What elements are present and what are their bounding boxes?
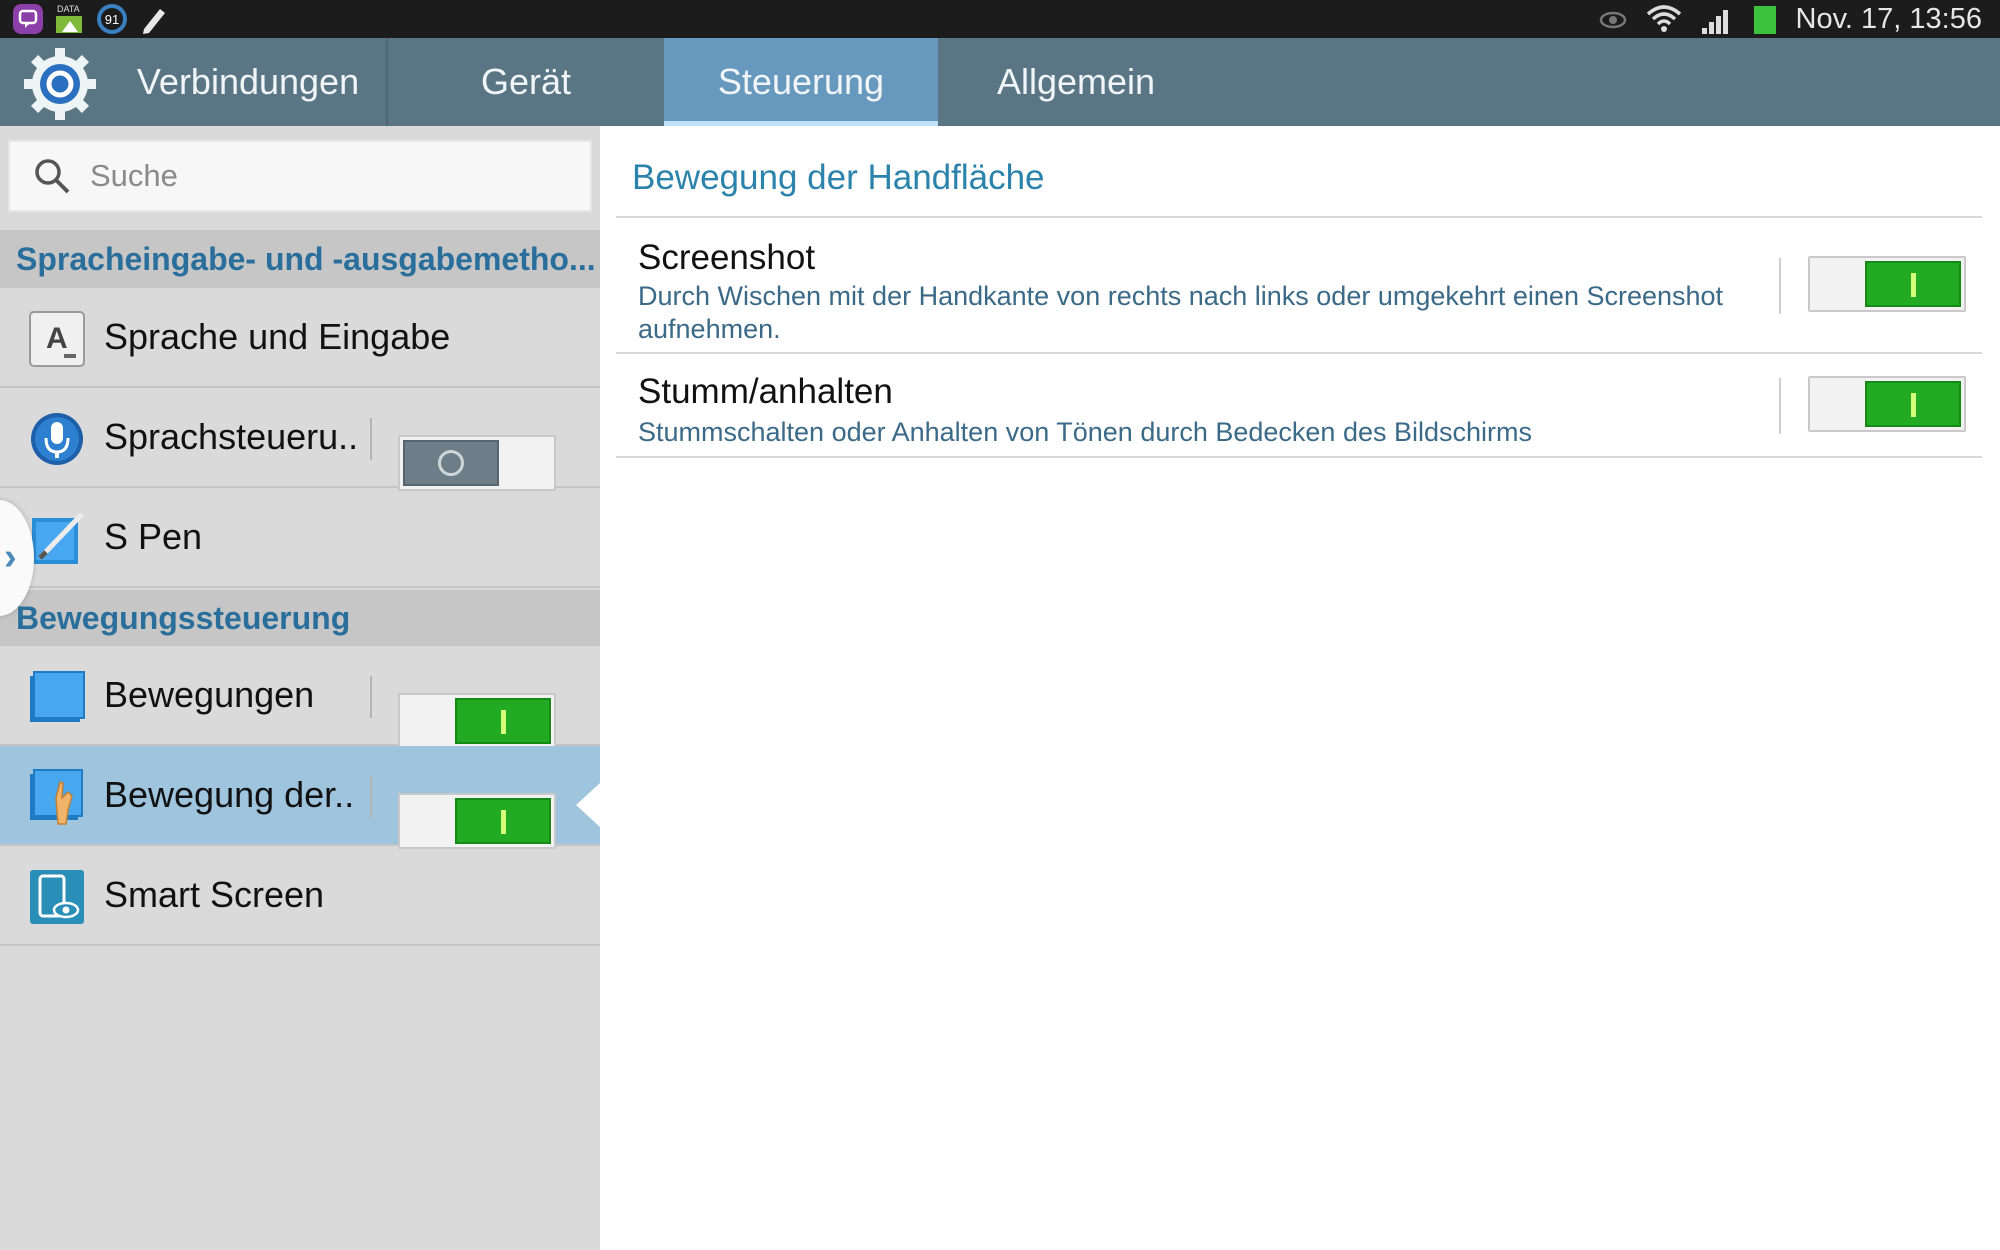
smart-screen-icon <box>30 870 84 924</box>
setting-screenshot[interactable]: Screenshot Durch Wischen mit der Handkan… <box>616 218 1982 354</box>
clock: Nov. 17, 13:56 <box>1795 2 1982 35</box>
sidebar-item-label: Bewegung der.. <box>104 774 355 815</box>
toggle-knob <box>1865 261 1961 307</box>
row-divider <box>370 676 372 718</box>
battery-icon <box>1753 6 1776 34</box>
sidebar-item-sprache-und-eingabe[interactable]: A Sprache und Eingabe <box>0 288 600 388</box>
search-box[interactable] <box>8 140 592 212</box>
selection-pointer <box>576 783 600 827</box>
wifi-icon <box>1646 5 1681 32</box>
sidebar-item-bewegungen[interactable]: Bewegungen <box>0 646 600 749</box>
settings-gear-icon <box>24 48 96 120</box>
setting-divider <box>1779 378 1781 434</box>
notification-count-icon: 91 <box>97 4 127 34</box>
setting-description: Stummschalten oder Anhalten von Tönen du… <box>638 417 1533 447</box>
notification-icons: DATA 91 <box>12 3 170 35</box>
smart-stay-eye-icon <box>1599 11 1626 29</box>
screenshot-toggle[interactable] <box>1808 256 1966 312</box>
detail-panel: Bewegung der Handfläche Screenshot Durch… <box>600 126 2000 1250</box>
data-transfer-icon: DATA <box>56 4 82 33</box>
chevron-right-icon: › <box>4 536 17 578</box>
tab-steuerung[interactable]: Steuerung <box>664 38 938 126</box>
tab-label: Allgemein <box>996 61 1156 102</box>
bewegungen-toggle[interactable] <box>398 693 556 749</box>
search-icon <box>35 159 70 194</box>
setting-divider <box>1779 258 1781 314</box>
row-divider <box>370 418 372 460</box>
svg-text:A: A <box>46 322 68 355</box>
signal-icon <box>1701 10 1728 34</box>
status-bar: DATA 91 Nov. 17, 13:56 <box>0 0 2000 38</box>
system-icons: Nov. 17, 13:56 <box>1598 0 1982 38</box>
sidebar-item-smart-screen[interactable]: Smart Screen <box>0 846 600 946</box>
motion-icon <box>30 671 85 722</box>
sprachsteuerung-toggle[interactable] <box>398 435 556 491</box>
microphone-icon <box>31 413 83 465</box>
sidebar-item-label: Sprache und Eingabe <box>104 316 451 357</box>
setting-description: Durch Wischen mit der Handkante von rech… <box>638 281 1724 344</box>
setting-title: Screenshot <box>638 238 816 277</box>
tab-verbindungen[interactable]: Verbindungen <box>110 38 386 126</box>
chat-app-icon <box>13 4 43 34</box>
page-title: Bewegung der Handfläche <box>632 158 1045 197</box>
settings-tab-bar: Verbindungen Gerät Steuerung Allgemein <box>0 38 2000 126</box>
section-title: Spracheingabe- und -ausgabemetho... <box>16 240 596 277</box>
palm-motion-icon <box>30 769 83 825</box>
setting-title: Stumm/anhalten <box>638 372 893 411</box>
language-input-icon: A <box>29 311 85 367</box>
search-input[interactable] <box>90 158 570 194</box>
settings-sidebar: Spracheingabe- und -ausgabemetho... A Sp… <box>0 126 600 1250</box>
toggle-knob <box>455 698 551 744</box>
toggle-knob <box>1865 381 1961 427</box>
stumm-anhalten-toggle[interactable] <box>1808 376 1966 432</box>
sidebar-item-label: Sprachsteueru.. <box>104 416 359 457</box>
section-title: Bewegungssteuerung <box>16 599 351 636</box>
pen-edit-icon <box>143 9 165 34</box>
tab-label: Gerät <box>480 61 572 102</box>
sidebar-item-sprachsteuerung[interactable]: Sprachsteueru.. <box>0 388 600 491</box>
tab-geraet[interactable]: Gerät <box>388 38 664 126</box>
bewegung-der-handflaeche-toggle[interactable] <box>398 793 556 849</box>
toggle-knob <box>455 798 551 844</box>
tab-label: Verbindungen <box>136 61 360 102</box>
tab-label: Steuerung <box>717 61 885 102</box>
sidebar-item-label: Bewegungen <box>104 674 315 715</box>
sidebar-item-label: S Pen <box>104 516 203 557</box>
sidebar-item-s-pen[interactable]: S Pen <box>0 488 600 588</box>
setting-stumm-anhalten[interactable]: Stumm/anhalten Stummschalten oder Anhalt… <box>616 354 1982 458</box>
sidebar-item-label: Smart Screen <box>104 874 325 915</box>
data-label: DATA <box>57 4 80 14</box>
row-divider <box>370 776 372 818</box>
tab-allgemein[interactable]: Allgemein <box>938 38 1214 126</box>
notification-count: 91 <box>105 12 119 27</box>
sidebar-item-bewegung-der-handflaeche[interactable]: Bewegung der.. <box>0 746 600 849</box>
s-pen-icon <box>32 512 84 564</box>
section-header-bewegungssteuerung: Bewegungssteuerung <box>0 590 600 646</box>
section-header-spracheingabe: Spracheingabe- und -ausgabemetho... <box>0 230 600 288</box>
toggle-knob <box>403 440 499 486</box>
